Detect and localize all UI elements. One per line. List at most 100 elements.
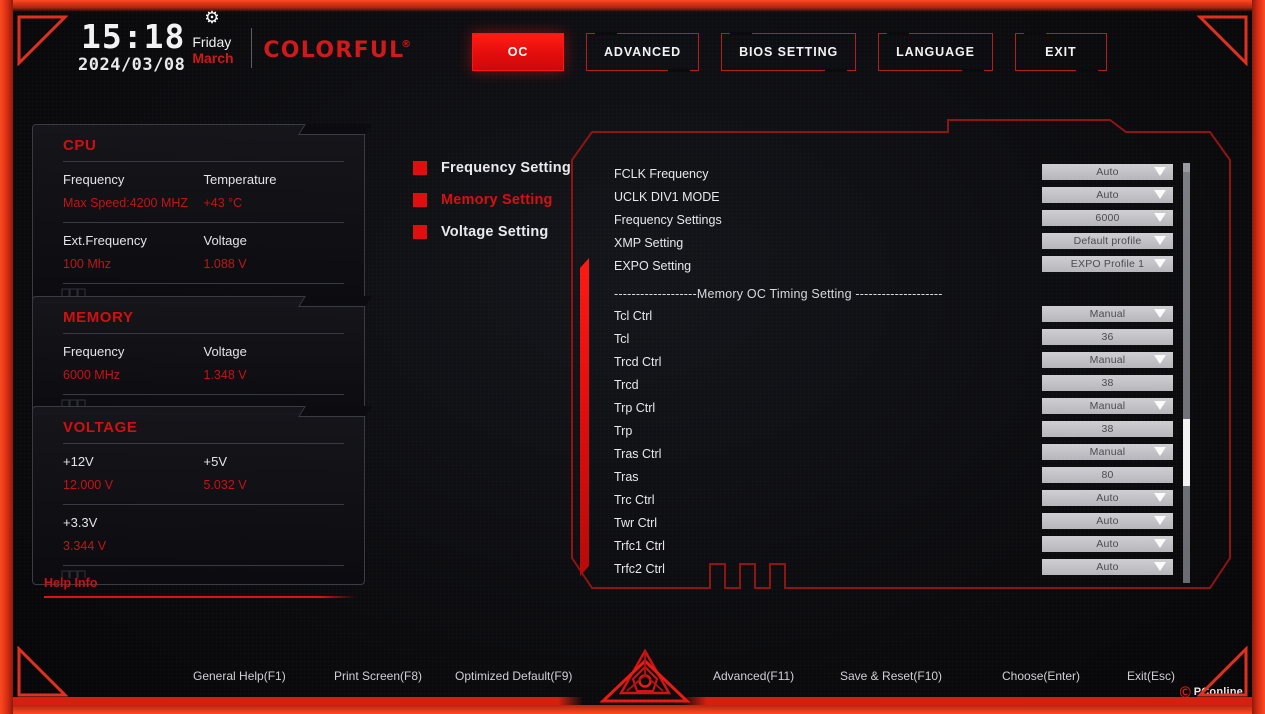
clock-month: March xyxy=(192,50,234,66)
tab-language[interactable]: LANGUAGE xyxy=(878,31,993,73)
info-row: +12V 12.000 V +5V 5.032 V xyxy=(63,444,344,505)
info-label: Voltage xyxy=(203,344,247,359)
settings-dropdown[interactable]: 6000 xyxy=(1042,210,1173,226)
frame-left-edge xyxy=(0,0,13,714)
settings-value: Auto xyxy=(1096,492,1119,504)
settings-dropdown[interactable]: Manual xyxy=(1042,444,1173,460)
frame-right-edge xyxy=(1252,0,1265,714)
settings-row-label: Tcl xyxy=(614,331,630,346)
settings-row-label: XMP Setting xyxy=(614,235,684,250)
brand-emblem-icon xyxy=(591,645,699,705)
brand-text: COLORFUL xyxy=(263,38,405,63)
info-value: 5.032 V xyxy=(203,478,247,492)
settings-dropdown[interactable]: Auto xyxy=(1042,490,1173,506)
settings-value: Auto xyxy=(1096,166,1119,178)
footer-shortcut[interactable]: Optimized Default(F9) xyxy=(455,669,572,683)
settings-dropdown[interactable]: Auto xyxy=(1042,559,1173,575)
footer-shortcut[interactable]: Print Screen(F8) xyxy=(334,669,422,683)
menu-item-label: Frequency Setting xyxy=(441,160,571,176)
scrollbar-thumb[interactable] xyxy=(1183,419,1190,487)
clock-block: 15:18 2024/03/08 ⚙ Friday March COLORFUL… xyxy=(78,9,411,75)
settings-row-label: Frequency Settings xyxy=(614,212,722,227)
info-panel-voltage: VOLTAGE +12V 12.000 V +5V 5.032 V +3.3V 3.344 … xyxy=(32,406,365,585)
settings-value-field[interactable]: 36 xyxy=(1042,329,1173,345)
nav-tabs: OC ADVANCED BIOS SETTING LANGUAGE EXIT xyxy=(472,31,1107,73)
info-row: Frequency 6000 MHz Voltage 1.348 V xyxy=(63,334,344,395)
settings-row: Trcd Ctrl Manual xyxy=(614,350,1192,373)
settings-row-label: Twr Ctrl xyxy=(614,515,658,530)
settings-row: EXPO Setting EXPO Profile 1 xyxy=(614,254,1192,277)
info-label: +5V xyxy=(203,454,228,469)
settings-dropdown[interactable]: Auto xyxy=(1042,536,1173,552)
settings-row: UCLK DIV1 MODE Auto xyxy=(614,185,1192,208)
settings-value-field[interactable]: 38 xyxy=(1042,375,1173,391)
info-label: +3.3V xyxy=(63,515,98,530)
settings-row: Trp Ctrl Manual xyxy=(614,396,1192,419)
tab-bios-setting[interactable]: BIOS SETTING xyxy=(721,31,857,73)
oc-submenu: Frequency Setting Memory Setting Voltage S… xyxy=(413,152,573,248)
settings-row-label: UCLK DIV1 MODE xyxy=(614,189,720,204)
clock-dayweek: ⚙ Friday March xyxy=(192,9,244,66)
brand-registered-mark: ® xyxy=(401,39,413,50)
settings-value: 6000 xyxy=(1095,212,1120,224)
settings-section-header: -------------------Memory OC Timing Sett… xyxy=(614,277,1192,304)
info-cell: Frequency Max Speed:4200 MHZ xyxy=(63,171,204,212)
info-value: 6000 MHz xyxy=(63,368,120,382)
clock-time: 15:18 xyxy=(81,17,186,56)
footer-shortcut[interactable]: General Help(F1) xyxy=(193,669,286,683)
settings-row-label: Trcd Ctrl xyxy=(614,354,662,369)
info-value: 1.088 V xyxy=(203,257,247,271)
info-cell: Frequency 6000 MHz xyxy=(63,343,204,384)
settings-value: Manual xyxy=(1089,308,1126,320)
settings-row: Trp 38 xyxy=(614,419,1192,442)
info-label: Temperature xyxy=(203,172,277,187)
settings-row: Trfc1 Ctrl Auto xyxy=(614,534,1192,557)
settings-dropdown[interactable]: EXPO Profile 1 xyxy=(1042,256,1173,272)
settings-dropdown[interactable]: Auto xyxy=(1042,513,1173,529)
settings-dropdown[interactable]: Default profile xyxy=(1042,233,1173,249)
chevron-down-icon xyxy=(1154,447,1166,456)
chevron-down-icon xyxy=(1154,167,1166,176)
menu-item-frequency-setting[interactable]: Frequency Setting xyxy=(413,152,573,184)
info-panel-memory: MEMORY Frequency 6000 MHz Voltage 1.348 V xyxy=(32,296,365,414)
help-info-label: Help Info xyxy=(44,576,98,590)
help-info-underline xyxy=(44,596,357,598)
footer-shortcut[interactable]: Advanced(F11) xyxy=(713,669,794,683)
info-cell: Voltage 1.348 V xyxy=(204,343,345,384)
settings-value-field[interactable]: 80 xyxy=(1042,467,1173,483)
settings-panel-accent-bar xyxy=(580,258,589,576)
settings-row: Trcd 38 xyxy=(614,373,1192,396)
settings-row-label: FCLK Frequency xyxy=(614,166,709,181)
footer-shortcut[interactable]: Choose(Enter) xyxy=(1002,669,1080,683)
settings-value-field[interactable]: 38 xyxy=(1042,421,1173,437)
settings-dropdown[interactable]: Manual xyxy=(1042,306,1173,322)
menu-item-voltage-setting[interactable]: Voltage Setting xyxy=(413,216,573,248)
info-cell: Voltage 1.088 V xyxy=(204,232,345,273)
chevron-down-icon xyxy=(1154,539,1166,548)
menu-item-label: Memory Setting xyxy=(441,192,553,208)
panel-title-memory: MEMORY xyxy=(63,309,344,334)
frame-top-glow xyxy=(13,7,1252,12)
settings-row-label: -------------------Memory OC Timing Sett… xyxy=(614,287,943,301)
footer-shortcut[interactable]: Exit(Esc) xyxy=(1127,669,1175,683)
corner-bracket-top-right xyxy=(1197,14,1249,66)
menu-item-memory-setting[interactable]: Memory Setting xyxy=(413,184,573,216)
tab-exit[interactable]: EXIT xyxy=(1014,31,1107,73)
tab-advanced[interactable]: ADVANCED xyxy=(586,31,700,73)
settings-dropdown[interactable]: Auto xyxy=(1042,164,1173,180)
settings-row-label: Trp xyxy=(614,423,633,438)
settings-scrollbar[interactable] xyxy=(1183,163,1190,583)
settings-dropdown[interactable]: Auto xyxy=(1042,187,1173,203)
chevron-down-icon xyxy=(1154,236,1166,245)
chevron-down-icon xyxy=(1154,401,1166,410)
footer-shortcut[interactable]: Save & Reset(F10) xyxy=(840,669,942,683)
settings-dropdown[interactable]: Manual xyxy=(1042,398,1173,414)
tab-oc[interactable]: OC xyxy=(472,33,564,71)
settings-row: Trfc2 Ctrl Auto xyxy=(614,557,1192,580)
settings-dropdown[interactable]: Manual xyxy=(1042,352,1173,368)
info-cell: Temperature +43 °C xyxy=(204,171,345,212)
info-value: Max Speed:4200 MHZ xyxy=(63,196,189,210)
corner-bracket-top-left xyxy=(16,14,68,66)
settings-row-label: Trp Ctrl xyxy=(614,400,656,415)
menu-bullet-icon xyxy=(413,193,427,207)
